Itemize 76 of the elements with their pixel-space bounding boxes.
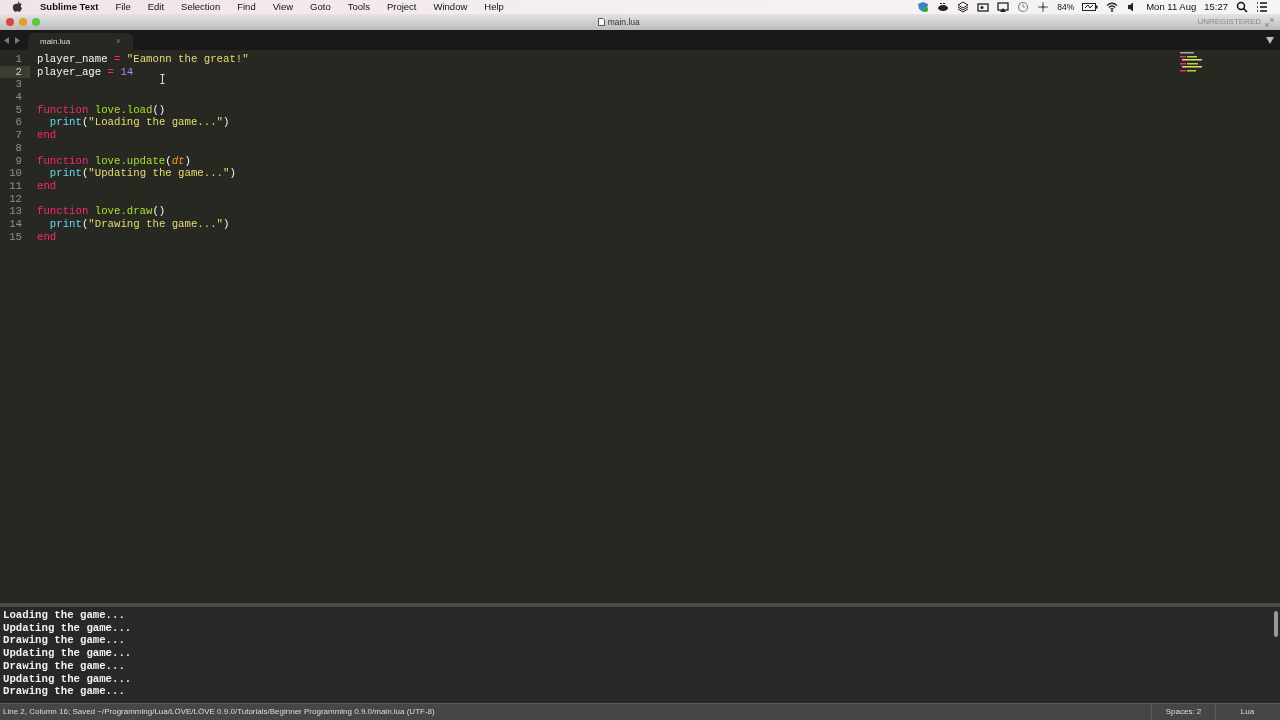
line-number: 9 — [14, 154, 23, 168]
search-icon[interactable] — [1236, 1, 1248, 13]
line-number: 3 — [14, 78, 23, 92]
window-title: main.lua — [607, 15, 640, 29]
menu-item[interactable]: View — [272, 0, 294, 15]
app-menu[interactable]: Sublime Text — [40, 0, 99, 15]
line-number: 10 — [8, 167, 23, 180]
indentation-indicator[interactable]: Spaces: 2 — [1151, 704, 1215, 720]
code-line: end — [36, 179, 57, 193]
menu-clock-time[interactable]: 15:27 — [1204, 0, 1228, 15]
menu-clock-date[interactable]: Mon 11 Aug — [1146, 0, 1197, 15]
code-line: function love.draw() — [36, 205, 166, 218]
apple-logo-icon[interactable] — [12, 1, 23, 13]
display-icon[interactable] — [997, 1, 1010, 13]
output-line: Updating the game... — [3, 621, 132, 635]
menu-item[interactable]: Selection — [181, 0, 221, 15]
menu-item[interactable]: Project — [386, 0, 417, 15]
code-line: print("Updating the game...") — [48, 167, 236, 180]
code-line: function love.update(dt) — [36, 154, 191, 168]
wifi-icon[interactable] — [1106, 1, 1119, 13]
code-line: function love.load() — [36, 103, 166, 117]
previous-tab-icon[interactable] — [4, 36, 10, 44]
dropdown-arrow-icon[interactable] — [1266, 37, 1274, 44]
clock-icon[interactable] — [1017, 1, 1030, 13]
battery-percent: 84% — [1057, 0, 1075, 14]
minimap-drawing — [1180, 52, 1204, 74]
shield-icon[interactable] — [917, 1, 930, 13]
line-number: 1 — [14, 53, 23, 66]
line-number: 2 — [0, 65, 30, 79]
code-line: end — [36, 230, 57, 244]
battery-icon[interactable] — [1082, 2, 1099, 12]
scrollbar-thumb[interactable] — [1274, 611, 1278, 637]
output-line: Loading the game... — [3, 609, 125, 622]
text-cursor-icon — [160, 74, 165, 84]
tab[interactable]: main.lua × — [28, 33, 133, 50]
tab-label: main.lua — [40, 35, 71, 48]
layers-icon[interactable] — [957, 1, 970, 13]
list-icon[interactable] — [1256, 1, 1268, 13]
menu-item[interactable]: File — [115, 0, 131, 15]
line-number: 5 — [14, 103, 23, 117]
license-label: UNREGISTERED — [1197, 16, 1261, 28]
code-line: print("Loading the game...") — [48, 116, 230, 130]
code-line: player_age = 14 — [36, 65, 134, 79]
line-number: 8 — [14, 141, 23, 155]
code-line: end — [36, 129, 57, 142]
line-number: 11 — [8, 179, 23, 193]
status-message: Line 2, Column 16; Saved ~/Programming/Lua/LÖVE/LÖVE 0.9.0/Tutorials/Beginner Programming 0.9.0/main.lua (UTF-8) — [2, 706, 436, 718]
line-number: 6 — [14, 116, 23, 130]
output-line: Drawing the game... — [3, 685, 125, 698]
line-number: 14 — [8, 217, 23, 231]
document-icon — [597, 18, 605, 26]
line-number: 4 — [14, 91, 23, 104]
output-line: Drawing the game... — [3, 659, 125, 673]
menu-item[interactable]: Find — [237, 0, 256, 15]
close-window-button[interactable] — [6, 18, 14, 26]
line-number: 15 — [8, 230, 23, 244]
menu-item[interactable]: Help — [484, 0, 504, 15]
line-number: 7 — [14, 129, 23, 142]
tab-close-button[interactable]: × — [115, 34, 121, 49]
output-line: Updating the game... — [3, 647, 132, 660]
coffee-cup-icon[interactable] — [937, 1, 950, 13]
code-line: print("Drawing the game...") — [48, 217, 230, 231]
menu-item[interactable]: Goto — [310, 0, 331, 15]
crosshair-icon[interactable] — [1037, 1, 1050, 13]
menu-item[interactable]: Edit — [147, 0, 165, 15]
output-line: Drawing the game... — [3, 634, 125, 648]
syntax-indicator[interactable]: Lua — [1215, 704, 1279, 720]
video-camera-icon[interactable] — [977, 1, 990, 13]
line-number: 12 — [8, 192, 23, 206]
code-line: player_name = "Eamonn the great!" — [36, 53, 249, 66]
next-tab-icon[interactable] — [14, 36, 20, 44]
output-line: Updating the game... — [3, 672, 132, 686]
menu-item[interactable]: Tools — [347, 0, 370, 15]
line-number: 13 — [8, 205, 23, 218]
menu-item[interactable]: Window — [433, 0, 468, 15]
fullscreen-icon[interactable] — [1265, 17, 1274, 27]
